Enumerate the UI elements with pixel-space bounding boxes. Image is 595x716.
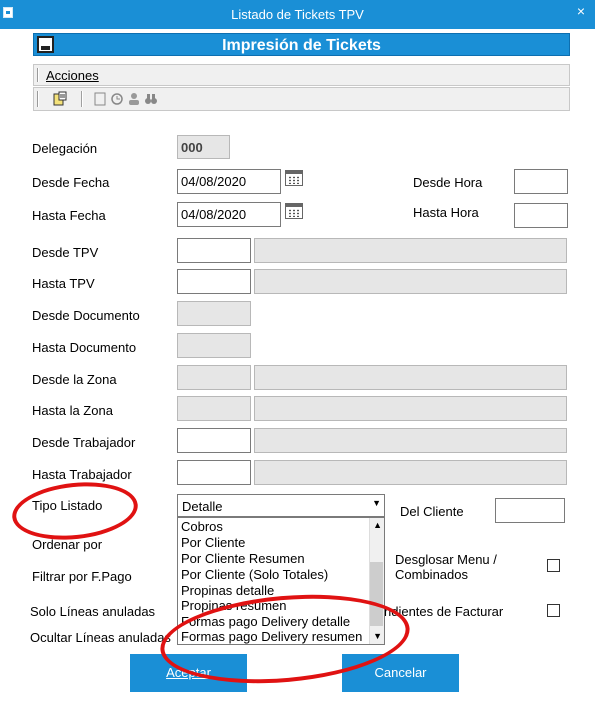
- tipo-listado-select[interactable]: Detalle ▼: [177, 494, 385, 517]
- print-preview-icon[interactable]: [52, 91, 68, 107]
- hasta-documento-input: [177, 333, 251, 358]
- solo-lineas-anuladas-label: Solo Líneas anuladas: [30, 604, 156, 619]
- del-cliente-label: Del Cliente: [400, 504, 464, 519]
- options-scrollbar[interactable]: ▲ ▼: [369, 518, 384, 644]
- desde-zona-input: [177, 365, 251, 390]
- binoculars-icon[interactable]: [143, 91, 159, 107]
- page-icon[interactable]: [92, 91, 108, 107]
- refresh-icon[interactable]: [109, 91, 125, 107]
- hasta-zona-description: [254, 396, 567, 421]
- desde-tpv-description: [254, 238, 567, 263]
- desglosar-menu-checkbox[interactable]: [547, 559, 560, 572]
- hasta-tpv-input[interactable]: [177, 269, 251, 294]
- tipo-listado-label: Tipo Listado: [32, 498, 103, 513]
- desde-zona-label: Desde la Zona: [32, 372, 117, 387]
- desde-trabajador-label: Desde Trabajador: [32, 435, 136, 450]
- desde-documento-label: Desde Documento: [32, 308, 140, 323]
- desde-tpv-input[interactable]: [177, 238, 251, 263]
- option-propinas-detalle[interactable]: Propinas detalle: [181, 583, 274, 599]
- menu-acciones[interactable]: Acciones: [46, 68, 99, 83]
- desde-fecha-input[interactable]: 04/08/2020: [177, 169, 281, 194]
- desde-fecha-label: Desde Fecha: [32, 175, 110, 190]
- del-cliente-input[interactable]: [495, 498, 565, 523]
- pendientes-facturar-checkbox[interactable]: [547, 604, 560, 617]
- hasta-tpv-description: [254, 269, 567, 294]
- hasta-trabajador-label: Hasta Trabajador: [32, 467, 132, 482]
- hasta-trabajador-input[interactable]: [177, 460, 251, 485]
- hasta-fecha-label: Hasta Fecha: [32, 208, 106, 223]
- scroll-thumb[interactable]: [370, 562, 383, 626]
- hasta-hora-label: Hasta Hora: [413, 205, 479, 220]
- pendientes-facturar-label: ndientes de Facturar: [384, 604, 504, 619]
- desde-trabajador-input[interactable]: [177, 428, 251, 453]
- option-por-cliente[interactable]: Por Cliente: [181, 535, 245, 551]
- ocultar-lineas-anuladas-label: Ocultar Líneas anuladas: [30, 630, 171, 645]
- calendar-icon[interactable]: [285, 170, 303, 186]
- desde-trabajador-description: [254, 428, 567, 453]
- filtrar-fpago-label: Filtrar por F.Pago: [32, 569, 132, 584]
- desde-zona-description: [254, 365, 567, 390]
- hasta-zona-label: Hasta la Zona: [32, 403, 113, 418]
- option-propinas-resumen[interactable]: Propinas resumen: [181, 598, 287, 614]
- toolbar: [33, 87, 570, 111]
- form-header: Impresión de Tickets: [33, 33, 570, 56]
- calendar-icon[interactable]: [285, 203, 303, 219]
- cancelar-button[interactable]: Cancelar: [342, 654, 459, 692]
- hasta-trabajador-description: [254, 460, 567, 485]
- desde-hora-label: Desde Hora: [413, 175, 483, 190]
- menu-bar: Acciones: [33, 64, 570, 86]
- close-icon[interactable]: ×: [577, 3, 585, 19]
- desde-tpv-label: Desde TPV: [32, 245, 99, 260]
- delegacion-field: 000: [177, 135, 230, 159]
- desglosar-menu-label: Desglosar Menu / Combinados: [395, 552, 497, 582]
- hasta-tpv-label: Hasta TPV: [32, 276, 95, 291]
- toolbar-separator: [81, 91, 83, 107]
- hasta-hora-input[interactable]: [514, 203, 568, 228]
- option-por-cliente-solo-totales[interactable]: Por Cliente (Solo Totales): [181, 567, 328, 583]
- hasta-zona-input: [177, 396, 251, 421]
- aceptar-button[interactable]: Aceptar: [130, 654, 247, 692]
- delegacion-label: Delegación: [32, 141, 98, 156]
- option-por-cliente-resumen[interactable]: Por Cliente Resumen: [181, 551, 305, 567]
- hasta-fecha-input[interactable]: 04/08/2020: [177, 202, 281, 227]
- option-formas-pago-delivery-resumen[interactable]: Formas pago Delivery resumen: [181, 629, 362, 644]
- desde-hora-input[interactable]: [514, 169, 568, 194]
- tipo-listado-selected: Detalle: [182, 499, 223, 514]
- form-title: Impresión de Tickets: [222, 37, 381, 54]
- title-bar: Listado de Tickets TPV ×: [0, 0, 595, 29]
- window-title: Listado de Tickets TPV: [231, 7, 364, 22]
- ordenar-por-label: Ordenar por: [32, 537, 103, 552]
- scroll-down-icon[interactable]: ▼: [373, 631, 382, 641]
- scroll-up-icon[interactable]: ▲: [373, 520, 382, 530]
- toolbar-grip: [37, 91, 39, 107]
- user-icon[interactable]: [126, 91, 142, 107]
- desde-documento-input: [177, 301, 251, 326]
- menu-grip: [37, 68, 39, 82]
- tipo-listado-options[interactable]: Cobros Por Cliente Por Cliente Resumen P…: [177, 517, 385, 645]
- hasta-documento-label: Hasta Documento: [32, 340, 137, 355]
- option-formas-pago-delivery-detalle[interactable]: Formas pago Delivery detalle: [181, 614, 350, 630]
- option-cobros[interactable]: Cobros: [181, 519, 223, 535]
- chevron-down-icon: ▼: [372, 498, 381, 508]
